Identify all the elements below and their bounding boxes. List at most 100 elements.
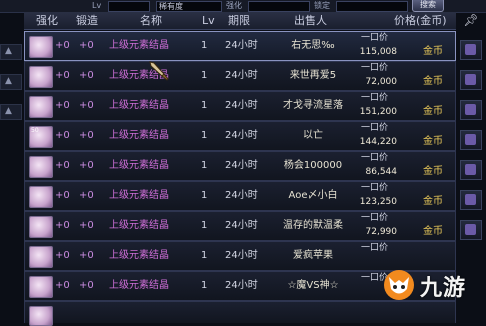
crystal-item-icon[interactable] xyxy=(29,96,53,118)
bag-icon xyxy=(465,164,476,175)
listing-table-header: 强化 锻造 名称 Lv 期限 出售人 价格(金币) xyxy=(24,12,456,30)
left-tab-3[interactable]: ▲ xyxy=(0,104,22,120)
bag-icon xyxy=(465,44,476,55)
lock-value: +0 xyxy=(79,160,94,171)
listing-row[interactable]: +0 +0 上级元素结晶 1 24小时 温存的默温柔 一口价 72,990 金币 xyxy=(24,211,456,241)
seller-name: Aoe〆小白 xyxy=(288,190,338,201)
item-lv: 1 xyxy=(201,40,208,51)
strengthen-value: +0 xyxy=(55,280,70,291)
fox-logo-icon xyxy=(384,270,414,300)
listing-row[interactable]: +0 +0 上级元素结晶 1 24小时 杨会100000 一口价 86,544 … xyxy=(24,151,456,181)
item-lv: 1 xyxy=(201,220,208,231)
item-name: 上级元素结晶 xyxy=(109,100,169,111)
chevron-up-icon: ▲ xyxy=(5,106,12,116)
lock-value: +0 xyxy=(79,190,94,201)
bag-icon xyxy=(465,134,476,145)
pin-icon[interactable]: 📌︎ xyxy=(462,12,480,29)
col-name[interactable]: 名称 xyxy=(140,12,162,29)
listing-period: 24小时 xyxy=(225,220,258,231)
crystal-item-icon[interactable] xyxy=(29,306,53,326)
item-name: 上级元素结晶 xyxy=(109,130,169,141)
lv-min-input[interactable] xyxy=(108,1,150,12)
seller-name: 爱疯苹果 xyxy=(293,250,333,261)
crystal-item-icon[interactable] xyxy=(29,186,53,208)
item-name: 上级元素结晶 xyxy=(109,190,169,201)
lv-label: Lv xyxy=(92,1,102,10)
buy-button[interactable] xyxy=(460,40,482,60)
chevron-up-icon: ▲ xyxy=(5,46,12,56)
watermark: 九游 xyxy=(382,268,486,302)
item-lv: 1 xyxy=(201,280,208,291)
lock-value: +0 xyxy=(79,220,94,231)
seller-name: 杨会100000 xyxy=(283,160,343,171)
listing-period: 24小时 xyxy=(225,250,258,261)
strengthen-value: +0 xyxy=(55,70,70,81)
search-button[interactable]: 搜索 xyxy=(412,0,444,12)
listing-period: 24小时 xyxy=(225,280,258,291)
buy-button[interactable] xyxy=(460,190,482,210)
chevron-up-icon: ▲ xyxy=(5,76,12,86)
listing-period: 24小时 xyxy=(225,40,258,51)
left-tab-2[interactable]: ▲ xyxy=(0,74,22,90)
left-tab-1[interactable]: ▲ xyxy=(0,44,22,60)
buy-button[interactable] xyxy=(460,160,482,180)
seller-name: ☆魔VS神☆ xyxy=(287,280,339,291)
crystal-item-icon[interactable] xyxy=(29,276,53,298)
quality-select[interactable]: 稀有度 xyxy=(156,1,222,12)
strengthen-value: +0 xyxy=(55,160,70,171)
lock-filter-input[interactable] xyxy=(336,1,408,12)
bag-icon xyxy=(465,74,476,85)
lock-value: +0 xyxy=(79,40,94,51)
item-level-badge: 50 xyxy=(31,127,39,134)
col-seller[interactable]: 出售人 xyxy=(294,12,327,29)
strengthen-value: +0 xyxy=(55,190,70,201)
item-name: 上级元素结晶 xyxy=(109,220,169,231)
listing-row[interactable]: +0 +0 上级元素结晶 1 24小时 爱疯苹果 一口价 xyxy=(24,241,456,271)
listing-row[interactable]: +0 +0 上级元素结晶 1 24小时 才戈寻流星落 一口价 151,200 金… xyxy=(24,91,456,121)
listing-period: 24小时 xyxy=(225,190,258,201)
strengthen-value: +0 xyxy=(55,130,70,141)
seller-name: 来世再爱5 xyxy=(289,70,337,81)
buy-button[interactable] xyxy=(460,130,482,150)
crystal-item-icon[interactable] xyxy=(29,36,53,58)
seller-name: 温存的默温柔 xyxy=(283,220,343,231)
listing-row[interactable]: 50 +0 +0 上级元素结晶 1 24小时 以亡 一口价 144,220 金币 xyxy=(24,121,456,151)
listing-period: 24小时 xyxy=(225,100,258,111)
sword-cursor-icon xyxy=(149,61,169,81)
buy-button[interactable] xyxy=(460,70,482,90)
listing-row[interactable]: +0 +0 上级元素结晶 1 24小时 右无思‰ 一口价 115,008 金币 xyxy=(24,31,456,61)
col-price[interactable]: 价格(金币) xyxy=(394,12,447,29)
col-lv[interactable]: Lv xyxy=(202,12,215,29)
col-period[interactable]: 期限 xyxy=(228,12,250,29)
buy-button[interactable] xyxy=(460,100,482,120)
lock-value: +0 xyxy=(79,250,94,261)
seller-name: 右无思‰ xyxy=(291,40,335,51)
strengthen-value: +0 xyxy=(55,250,70,261)
buy-button[interactable] xyxy=(460,220,482,240)
quality-value: 稀有度 xyxy=(159,2,183,11)
strengthen-filter-input[interactable] xyxy=(248,1,310,12)
strengthen-value: +0 xyxy=(55,100,70,111)
lock-filter-label: 锁定 xyxy=(314,1,330,10)
lock-value: +0 xyxy=(79,70,94,81)
col-strengthen[interactable]: 强化 xyxy=(36,12,58,29)
item-name: 上级元素结晶 xyxy=(109,250,169,261)
seller-name: 以亡 xyxy=(303,130,323,141)
listing-row[interactable]: +0 +0 上级元素结晶 1 24小时 Aoe〆小白 一口价 123,250 金… xyxy=(24,181,456,211)
crystal-item-icon[interactable] xyxy=(29,216,53,238)
crystal-item-icon[interactable] xyxy=(29,246,53,268)
item-lv: 1 xyxy=(201,100,208,111)
listing-row-partial[interactable] xyxy=(24,301,456,326)
strengthen-value: +0 xyxy=(55,220,70,231)
crystal-item-icon[interactable] xyxy=(29,66,53,88)
crystal-item-icon[interactable]: 50 xyxy=(29,126,53,148)
item-name: 上级元素结晶 xyxy=(109,160,169,171)
item-name: 上级元素结晶 xyxy=(109,40,169,51)
item-lv: 1 xyxy=(201,160,208,171)
listing-row[interactable]: +0 +0 上级元素结晶 1 24小时 来世再爱5 一口价 72,000 金币 xyxy=(24,61,456,91)
listing-period: 24小时 xyxy=(225,70,258,81)
col-lock[interactable]: 锻造 xyxy=(76,12,98,29)
item-name: 上级元素结晶 xyxy=(109,280,169,291)
crystal-item-icon[interactable] xyxy=(29,156,53,178)
bag-icon xyxy=(465,194,476,205)
